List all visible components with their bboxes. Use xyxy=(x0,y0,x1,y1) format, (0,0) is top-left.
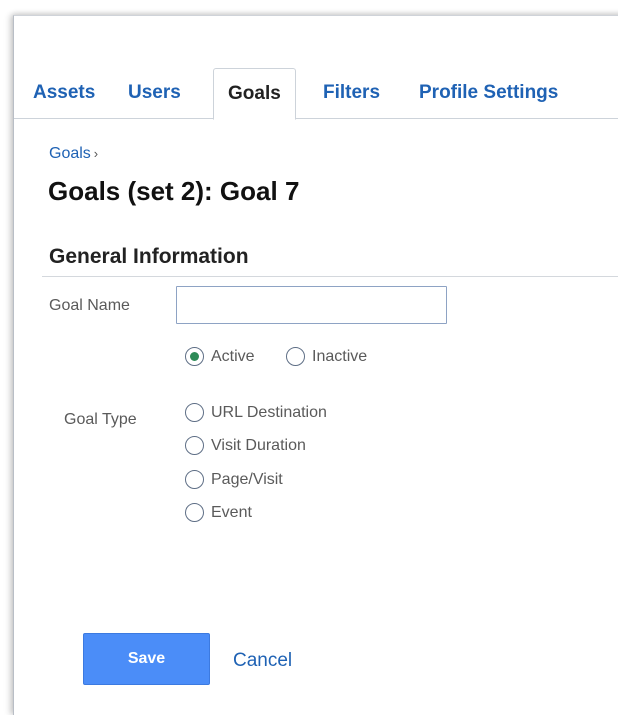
radio-url-destination-label: URL Destination xyxy=(211,403,327,421)
radio-inactive[interactable]: Inactive xyxy=(286,347,367,366)
breadcrumb-separator: › xyxy=(93,146,99,161)
tab-goals[interactable]: Goals xyxy=(213,68,296,120)
radio-visit-duration[interactable]: Visit Duration xyxy=(185,436,306,455)
radio-page-visit-label: Page/Visit xyxy=(211,470,283,488)
goal-type-label: Goal Type xyxy=(64,411,137,428)
section-title: General Information xyxy=(49,245,249,268)
tab-filters[interactable]: Filters xyxy=(323,75,380,119)
radio-visit-duration-label: Visit Duration xyxy=(211,436,306,454)
radio-visit-duration-circle[interactable] xyxy=(185,436,204,455)
breadcrumb-goals-link[interactable]: Goals xyxy=(49,145,91,162)
radio-inactive-circle[interactable] xyxy=(286,347,305,366)
tab-users[interactable]: Users xyxy=(128,75,181,119)
tab-bar: Assets Users Goals Filters Profile Setti… xyxy=(14,64,618,120)
page-title: Goals (set 2): Goal 7 xyxy=(48,176,300,206)
radio-page-visit[interactable]: Page/Visit xyxy=(185,470,283,489)
tab-profile-settings[interactable]: Profile Settings xyxy=(419,75,558,119)
app-window: Assets Users Goals Filters Profile Setti… xyxy=(13,15,618,715)
radio-active-label: Active xyxy=(211,347,255,365)
goal-name-label: Goal Name xyxy=(49,297,130,314)
radio-active[interactable]: Active xyxy=(185,347,255,366)
radio-event-circle[interactable] xyxy=(185,503,204,522)
cancel-link[interactable]: Cancel xyxy=(233,650,292,672)
tab-assets[interactable]: Assets xyxy=(33,75,95,119)
radio-url-destination[interactable]: URL Destination xyxy=(185,403,327,422)
save-button[interactable]: Save xyxy=(83,633,210,685)
section-divider xyxy=(42,276,618,277)
radio-page-visit-circle[interactable] xyxy=(185,470,204,489)
radio-url-destination-circle[interactable] xyxy=(185,403,204,422)
radio-inactive-label: Inactive xyxy=(312,347,368,365)
breadcrumb: Goals › xyxy=(49,145,98,163)
radio-event[interactable]: Event xyxy=(185,503,252,522)
radio-active-circle[interactable] xyxy=(185,347,204,366)
radio-selected-dot xyxy=(190,352,199,361)
goal-name-input[interactable] xyxy=(176,286,447,324)
radio-event-label: Event xyxy=(211,503,252,521)
